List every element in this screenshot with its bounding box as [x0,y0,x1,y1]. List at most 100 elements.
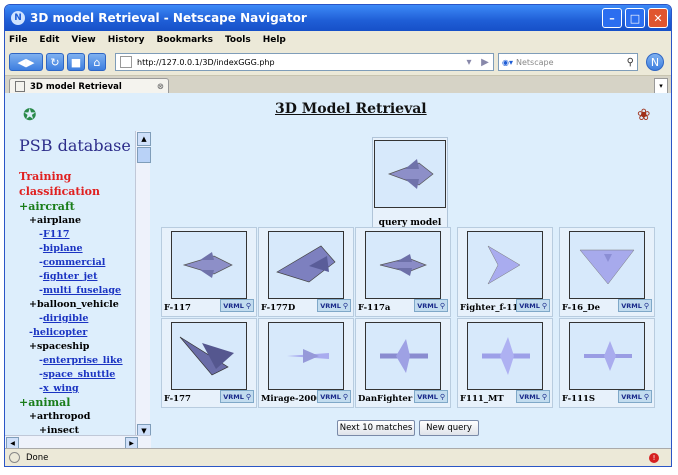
status-bar: Done ! [5,448,671,466]
result-thumbnail[interactable] [268,231,344,299]
scroll-up-icon[interactable]: ▲ [137,132,151,146]
tree-link[interactable]: multi_fuselage [43,285,121,296]
menu-view[interactable]: View [71,35,95,45]
tree-item[interactable]: -space_shuttle [19,368,135,382]
vrml-label: VRML [417,392,438,401]
result-thumbnail[interactable] [365,231,441,299]
tree-link[interactable]: helicopter [33,327,87,338]
url-bar[interactable]: http://127.0.0.1/3D/indexGGG.php ▾ ▶ [115,53,494,71]
tree-link[interactable]: commercial [43,257,105,268]
reload-icon[interactable]: ↻ [46,53,64,71]
result-card: F-177D VRML ⚲ [258,227,354,317]
tree-item[interactable]: -biplane [19,242,135,256]
tab-list-icon[interactable]: ▾ [654,78,668,94]
minimize-button[interactable]: – [602,8,622,28]
menu-history[interactable]: History [108,35,145,45]
new-query-button[interactable]: New query [419,420,479,436]
tree-link[interactable]: enterprise_like [43,355,123,366]
result-thumbnail[interactable] [467,231,543,299]
tree-item[interactable]: -commercial [19,256,135,270]
back-forward-button[interactable]: ◀▶ [9,53,43,71]
vrml-button[interactable]: VRML ⚲ [516,299,550,312]
menu-tools[interactable]: Tools [225,35,251,45]
result-thumbnail[interactable] [569,322,645,390]
vrml-button[interactable]: VRML ⚲ [317,390,351,403]
title-bar: N 3D model Retrieval - Netscape Navigato… [5,5,671,31]
search-engine-icon[interactable]: ◉▾ [502,58,513,67]
result-card: Mirage-2000 VRML ⚲ [258,318,354,408]
vrml-button[interactable]: VRML ⚲ [516,390,550,403]
tree-item[interactable]: -x_wing [19,382,135,396]
tab-close-icon[interactable]: ⊗ [157,82,164,92]
dropdown-icon[interactable]: ▾ [461,54,477,70]
scroll-thumb[interactable] [137,147,151,163]
vrml-label: VRML [320,301,341,310]
magnifier-icon: ⚲ [342,392,348,401]
sidebar-vertical-scrollbar[interactable]: ▲ ▼ [135,131,151,439]
query-model-thumbnail[interactable] [374,140,446,208]
result-thumbnail[interactable] [365,322,441,390]
go-icon[interactable]: ▶ [477,54,493,70]
next-matches-button[interactable]: Next 10 matches [337,420,415,436]
tree-item[interactable]: -enterprise_like [19,354,135,368]
result-name: F-111S [562,394,596,404]
result-thumbnail[interactable] [569,231,645,299]
menu-file[interactable]: File [9,35,27,45]
result-thumbnail[interactable] [467,322,543,390]
result-card: F-16_De VRML ⚲ [559,227,655,317]
search-field[interactable]: ◉▾ Netscape ⚲ [498,53,638,71]
menu-bookmarks[interactable]: Bookmarks [156,35,212,45]
magnifier-icon: ⚲ [342,301,348,310]
tree-link[interactable]: x_wing [43,383,79,394]
result-thumbnail[interactable] [171,231,247,299]
jet-icon [380,339,428,373]
vrml-button[interactable]: VRML ⚲ [220,299,254,312]
window-title: 3D model Retrieval - Netscape Navigator [30,11,307,25]
main-panel: 3D Model Retrieval ❀ query model F-117 VR… [151,93,671,448]
menu-edit[interactable]: Edit [39,35,59,45]
search-icon[interactable]: ⚲ [627,57,634,68]
security-warning-icon[interactable]: ! [649,452,659,463]
tree-link[interactable]: space_shuttle [43,369,115,380]
tree-item[interactable]: -fighter_jet [19,270,135,284]
magnifier-icon: ⚲ [541,392,547,401]
tree-link[interactable]: fighter_jet [43,271,98,282]
vrml-label: VRML [621,301,642,310]
sidebar-horizontal-scrollbar[interactable]: ◀ ▶ [5,435,151,450]
vrml-button[interactable]: VRML ⚲ [414,299,448,312]
result-name: DanFighter [358,394,413,404]
vrml-button[interactable]: VRML ⚲ [317,299,351,312]
tree-link[interactable]: F117 [43,229,70,240]
magnifier-icon: ⚲ [245,392,251,401]
vrml-button[interactable]: VRML ⚲ [618,299,652,312]
netscape-logo-icon[interactable]: N [646,53,664,71]
magnifier-icon: ⚲ [439,301,445,310]
tree-item[interactable]: -F117 [19,228,135,242]
result-card: DanFighter VRML ⚲ [355,318,451,408]
menu-help[interactable]: Help [263,35,286,45]
tree-item[interactable]: -dirigible [19,312,135,326]
tab-3d-model-retrieval[interactable]: 3D model Retrieval ⊗ [9,78,169,94]
tree-link[interactable]: dirigible [43,313,88,324]
vrml-label: VRML [223,392,244,401]
result-name: Fighter_f-117 [460,303,525,313]
close-button[interactable]: ✕ [648,8,668,28]
tree-item: +balloon_vehicle [29,299,119,310]
jet-icon [276,245,336,283]
magnifier-icon: ⚲ [643,301,649,310]
stop-icon[interactable]: ■ [67,53,85,71]
vrml-button[interactable]: VRML ⚲ [414,390,448,403]
vrml-button[interactable]: VRML ⚲ [220,390,254,403]
tree-item[interactable]: -helicopter [19,326,135,340]
tree-item: +animal [19,396,71,409]
tree-link[interactable]: biplane [43,243,83,254]
result-thumbnail[interactable] [171,322,247,390]
vrml-button[interactable]: VRML ⚲ [618,390,652,403]
home-icon[interactable]: ⌂ [88,53,106,71]
maximize-button[interactable]: □ [625,8,645,28]
tree-item[interactable]: -multi_fuselage [19,284,135,298]
result-thumbnail[interactable] [268,322,344,390]
vrml-label: VRML [223,301,244,310]
result-card: F-117a VRML ⚲ [355,227,451,317]
result-card: F111_MT VRML ⚲ [457,318,553,408]
